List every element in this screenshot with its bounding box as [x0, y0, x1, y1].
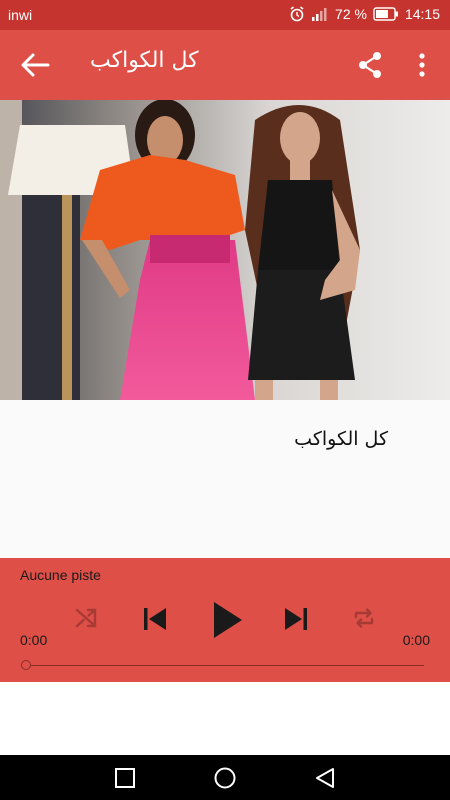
shuffle-icon[interactable] — [74, 606, 98, 630]
app-toolbar: كل الكواكب — [0, 30, 450, 100]
home-circle-icon[interactable] — [213, 766, 237, 790]
signal-icon — [312, 8, 327, 21]
seek-bar[interactable] — [26, 665, 424, 666]
play-icon[interactable] — [212, 601, 244, 639]
page-title: كل الكواكب — [90, 48, 199, 73]
empty-footer-area — [0, 682, 450, 755]
content-area: كل الكواكب — [0, 400, 450, 558]
album-cover-image — [0, 100, 450, 400]
seek-bar-thumb[interactable] — [21, 660, 31, 670]
skip-next-icon[interactable] — [283, 607, 309, 631]
status-bar: inwi 72 % 14:15 — [0, 0, 450, 30]
skip-previous-icon[interactable] — [142, 607, 168, 631]
alarm-icon — [290, 6, 304, 22]
carrier-name: inwi — [8, 7, 33, 23]
repeat-icon[interactable] — [352, 606, 376, 630]
status-icons: 72 % 14:15 — [289, 6, 440, 22]
back-arrow-icon[interactable] — [20, 52, 50, 78]
more-vert-icon[interactable] — [414, 52, 430, 78]
elapsed-time: 0:00 — [20, 632, 48, 648]
track-list-title[interactable]: كل الكواكب — [294, 428, 388, 450]
system-navigation-bar — [0, 755, 450, 800]
back-triangle-icon[interactable] — [313, 766, 337, 790]
music-player: Aucune piste 0:00 0:00 — [0, 558, 450, 682]
total-duration: 0:00 — [402, 632, 430, 648]
current-track-name: Aucune piste — [20, 567, 101, 583]
battery-icon — [373, 7, 398, 21]
recents-square-icon[interactable] — [113, 766, 137, 790]
battery-percent: 72 % — [335, 6, 367, 22]
share-icon[interactable] — [357, 51, 383, 79]
clock: 14:15 — [404, 6, 440, 22]
